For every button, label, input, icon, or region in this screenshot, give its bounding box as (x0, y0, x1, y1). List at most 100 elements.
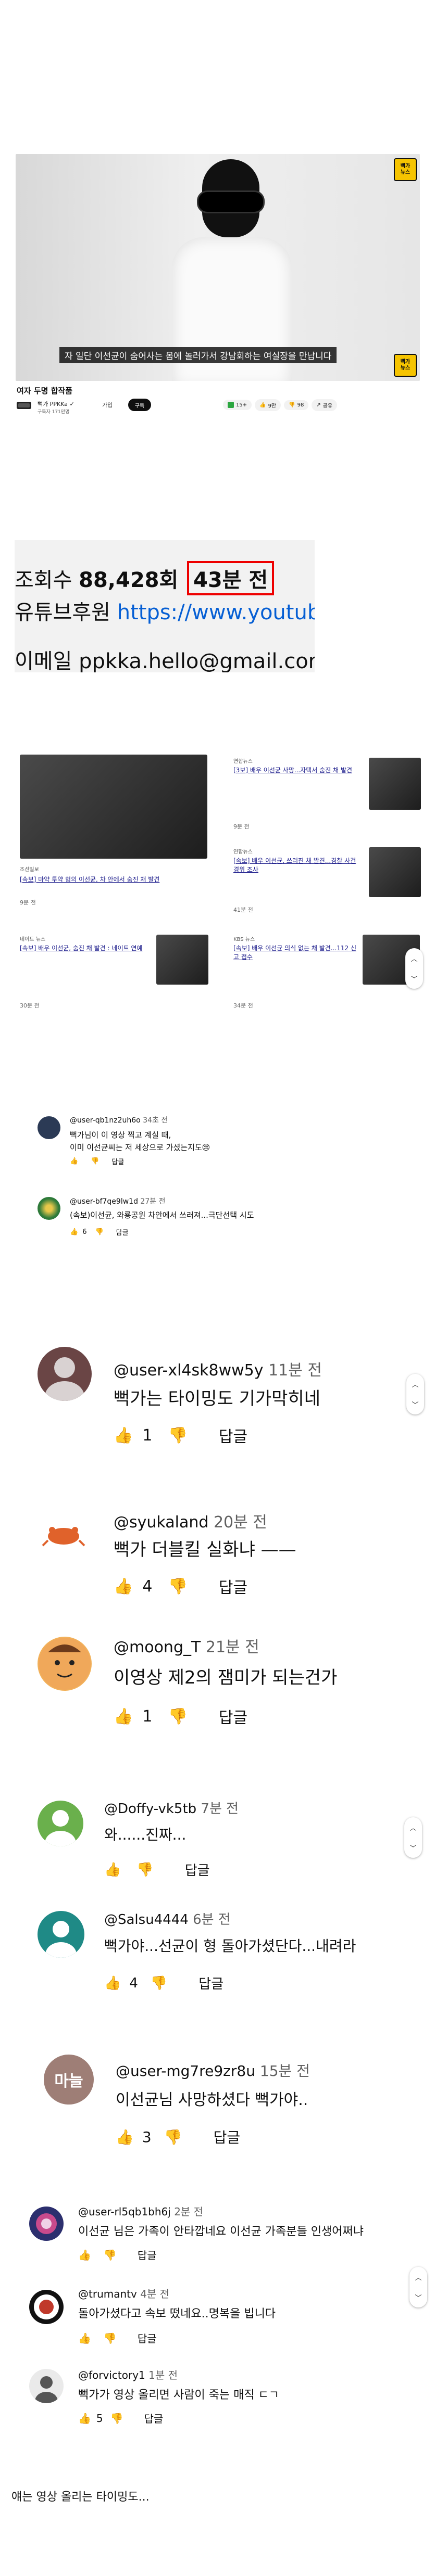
news-results: 조선일보 [속보] 마약 투약 혐의 이선균, 차 안에서 숨진 채 발견 9분… (20, 755, 430, 1030)
chevron-down-icon[interactable]: ﹀ (409, 1843, 416, 1853)
avatar[interactable] (38, 1637, 92, 1691)
news-title[interactable]: [속보] 배우 이선균 의식 없는 채 발견...112 신고 접수 (233, 944, 358, 962)
thumbs-down-icon[interactable]: 👎 (168, 1707, 187, 1726)
news-title[interactable]: [속보] 배우 이선균, 쓰러진 채 발견...경찰 사건 경위 조사 (233, 857, 358, 874)
comment-author[interactable]: @Salsu4444 6분 전 (104, 1909, 231, 1928)
thumbs-up-icon[interactable]: 👍 (70, 1228, 78, 1236)
reply-button[interactable]: 답글 (219, 1424, 247, 1447)
chevron-up-icon[interactable]: ︿ (409, 1822, 416, 1832)
chevron-down-icon[interactable]: ﹀ (415, 2292, 421, 2302)
reply-button[interactable]: 답글 (116, 1227, 129, 1237)
chevron-up-icon[interactable]: ︿ (411, 953, 417, 963)
join-button[interactable]: 가입 (102, 401, 113, 409)
video-player[interactable]: 뻑가 뉴스 뻑가 뉴스 자 일단 이선균이 숨어사는 몸에 놀러가서 강남회하는… (16, 154, 420, 381)
comment-actions: 👍 4 👎 답글 (114, 1575, 247, 1598)
comment-author[interactable]: @user-qb1nz2uh6o 34초 전 (70, 1115, 168, 1125)
reply-button[interactable]: 답글 (185, 1860, 210, 1879)
thumbs-down-icon[interactable]: 👎 (95, 1228, 103, 1236)
comment-author[interactable]: @moong_T 21분 전 (114, 1634, 259, 1657)
thumbs-down-icon[interactable]: 👎 (168, 1426, 187, 1445)
reply-button[interactable]: 답글 (111, 1156, 124, 1166)
thumbs-up-icon[interactable]: 👍 (116, 2128, 134, 2146)
thumbs-down-icon[interactable]: 👎 (104, 2249, 117, 2261)
news-source: 조선일보 (20, 867, 39, 873)
thumbs-up-icon[interactable]: 👍 (78, 2332, 91, 2344)
news-thumbnail-3[interactable] (369, 847, 421, 897)
description-box[interactable]: 조회수 88,428회 43분 전 유튜브후원 https://www.yout… (15, 540, 315, 672)
scroll-control[interactable]: ︿ ﹀ (404, 1817, 422, 1858)
thumbs-up-icon[interactable]: 👍 (104, 1975, 121, 1991)
reply-button[interactable]: 답글 (198, 1973, 223, 1993)
comment-author[interactable]: @trumantv 4분 전 (78, 2286, 169, 2301)
chevron-up-icon[interactable]: ︿ (412, 1379, 418, 1389)
avatar[interactable]: 마늘 (44, 2055, 94, 2105)
reply-button[interactable]: 답글 (144, 2411, 164, 2426)
comment-author[interactable]: @forvictory1 1분 전 (78, 2367, 178, 2382)
thumbs-down-icon[interactable]: 👎 (110, 2412, 123, 2425)
thumbs-up-icon[interactable]: 👍 (114, 1707, 133, 1726)
avatar[interactable] (38, 1116, 60, 1139)
highlighted-time: 43분 전 (187, 561, 275, 595)
avatar[interactable] (38, 1911, 84, 1958)
news-thumbnail-4[interactable] (156, 935, 208, 985)
thumbs-up-icon[interactable]: 👍 (104, 1862, 121, 1878)
dislike-button[interactable]: 👎 98 (284, 400, 309, 410)
news-thumbnail-1[interactable] (20, 755, 207, 859)
avatar[interactable] (29, 2207, 64, 2241)
chevron-down-icon[interactable]: ﹀ (412, 1399, 418, 1409)
avatar[interactable] (29, 2369, 64, 2403)
like-button[interactable]: 15+ (223, 400, 252, 410)
thumbs-down-icon[interactable]: 👎 (136, 1862, 153, 1878)
comment-author[interactable]: @user-xl4sk8ww5y 11분 전 (114, 1357, 322, 1380)
support-link[interactable]: https://www.youtube.co (117, 601, 315, 624)
thumbs-up-icon[interactable]: 👍 (114, 1426, 133, 1445)
comment-author[interactable]: @Doffy-vk5tb 7분 전 (104, 1798, 239, 1817)
news-thumbnail-2[interactable] (369, 758, 421, 810)
comment-author[interactable]: @user-rl5qb1bh6j 2분 전 (78, 2203, 203, 2218)
thumbs-down-icon[interactable]: 👎 (104, 2332, 117, 2344)
chevron-down-icon[interactable]: ﹀ (411, 974, 417, 984)
thumbs-up-button[interactable]: 👍 9만 (255, 399, 281, 411)
post-caption: 얘는 영상 올리는 타이밍도... (11, 2491, 150, 2504)
share-button[interactable]: ↗ 공유 (312, 399, 338, 411)
reply-button[interactable]: 답글 (138, 2247, 157, 2262)
comment-text: 이미 이선균씨는 저 세상으로 가셨는지도😢 (70, 1143, 210, 1152)
comment-author[interactable]: @user-mg7re9zr8u 15분 전 (116, 2060, 310, 2081)
thumbs-down-icon[interactable]: 👎 (91, 1157, 99, 1165)
avatar[interactable] (38, 1197, 60, 1220)
news-title[interactable]: [3보] 배우 이선균 사망...자택서 숨진 채 발견 (233, 766, 353, 775)
comment-author[interactable]: @user-bf7qe9lw1d 27분 전 (70, 1196, 165, 1206)
scroll-control[interactable]: ︿ ﹀ (406, 1374, 424, 1414)
thumbs-down-icon[interactable]: 👎 (151, 1975, 167, 1991)
avatar[interactable] (38, 1347, 92, 1401)
thumbs-down-icon[interactable]: 👎 (164, 2128, 182, 2146)
news-time: 9분 전 (233, 823, 250, 830)
like-count: 6 (82, 1228, 87, 1236)
thumbs-up-icon[interactable]: 👍 (78, 2412, 91, 2425)
comment-author[interactable]: @syukaland 20분 전 (114, 1509, 267, 1532)
news-time: 30분 전 (20, 1002, 40, 1009)
news-source: 연합뉴스 (233, 849, 253, 855)
subscribe-button[interactable]: 구독 (128, 399, 151, 411)
news-title[interactable]: [속보] 배우 이선균, 숨진 채 발견 : 네이트 연예 (20, 944, 150, 953)
thumbs-up-icon[interactable]: 👍 (70, 1157, 78, 1165)
thumbs-up-icon[interactable]: 👍 (78, 2249, 91, 2261)
reply-button[interactable]: 답글 (214, 2126, 241, 2147)
news-title[interactable]: [속보] 마약 투약 혐의 이선균, 차 안에서 숨진 채 발견 (20, 875, 207, 884)
reply-button[interactable]: 답글 (219, 1705, 247, 1728)
thumbs-up-icon[interactable]: 👍 (114, 1577, 133, 1596)
news-scroll-control[interactable]: ︿ ﹀ (405, 948, 423, 989)
thumbs-down-icon[interactable]: 👎 (168, 1577, 187, 1596)
reply-button[interactable]: 답글 (138, 2330, 157, 2345)
scroll-control[interactable]: ︿ ﹀ (409, 2267, 427, 2307)
channel-avatar[interactable] (17, 400, 31, 411)
chevron-up-icon[interactable]: ︿ (415, 2272, 421, 2282)
avatar[interactable] (38, 1509, 90, 1561)
avatar[interactable] (29, 2290, 64, 2324)
comment-text: 뻑가님이 이 영상 찍고 계실 때, (70, 1130, 171, 1140)
avatar[interactable] (38, 1801, 83, 1846)
channel-name[interactable]: 뻑가 PPKKa ✓ (38, 400, 74, 408)
email-line[interactable]: 이메일 ppkka.hello@gmail.com ...더보기 (15, 644, 315, 672)
comment-text: 뻑가 더블킬 실화냐 —— (114, 1539, 296, 1560)
reply-button[interactable]: 답글 (219, 1575, 247, 1598)
